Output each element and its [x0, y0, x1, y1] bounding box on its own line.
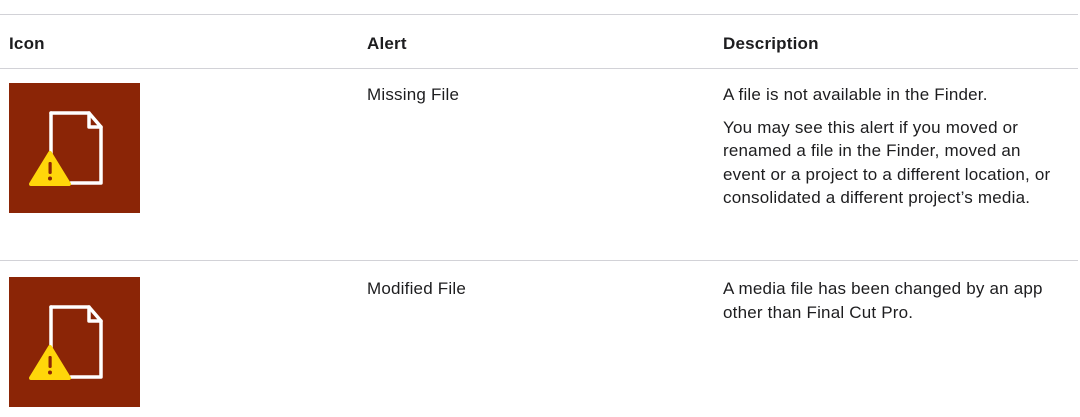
table-row: Modified File A media file has been chan…	[0, 261, 1078, 411]
description-paragraph: You may see this alert if you moved or r…	[723, 117, 1051, 208]
missing-file-alert-icon	[9, 83, 140, 213]
alert-name: Modified File	[367, 279, 466, 298]
modified-file-alert-icon	[9, 277, 140, 407]
alert-name: Missing File	[367, 85, 460, 104]
description-paragraph: A file is not available in the Finder.	[723, 85, 988, 104]
header-alert: Alert	[367, 34, 407, 53]
description-paragraph: A media file has been changed by an app …	[723, 279, 1043, 322]
alert-description: A file is not available in the Finder. Y…	[723, 83, 1068, 219]
table-header-row: Icon Alert Description	[0, 15, 1078, 69]
header-icon: Icon	[9, 34, 45, 53]
table-row: Missing File A file is not available in …	[0, 69, 1078, 261]
alert-description: A media file has been changed by an app …	[723, 277, 1068, 333]
header-description: Description	[723, 34, 819, 53]
alerts-table: Icon Alert Description Missing File A fi…	[0, 14, 1078, 411]
